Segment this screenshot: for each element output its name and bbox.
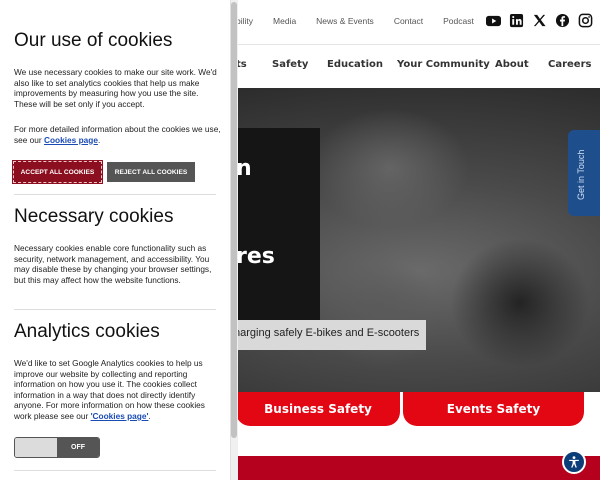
divider [14,194,216,195]
get-in-touch-tab[interactable]: Get in Touch [568,130,600,216]
hero-heading-line-2: res [236,244,275,269]
accept-all-cookies-button[interactable]: ACCEPT ALL COOKIES [12,160,103,184]
analytics-text-suffix: . [148,410,151,421]
accessibility-icon [569,456,579,468]
utility-nav: bility Media News & Events Contact Podca… [236,16,494,26]
analytics-cookies-title: Analytics cookies [14,321,160,342]
hero-caption-link[interactable]: harging safely E-bikes and E-scooters [226,320,426,350]
toggle-knob [15,438,58,457]
toggle-state-label: OFF [57,438,99,457]
nav-item-education[interactable]: Education [327,59,383,70]
analytics-cookies-text: We'd like to set Google Analytics cookie… [14,358,222,422]
business-safety-button[interactable]: Business Safety [236,392,400,426]
instagram-icon[interactable] [578,13,593,28]
get-in-touch-label: Get in Touch [576,149,586,200]
cookie-more-info-text: For more detailed information about the … [14,124,222,145]
nav-item-safety[interactable]: Safety [272,59,308,70]
social-links [486,13,593,28]
necessary-cookies-title: Necessary cookies [14,206,174,227]
utility-link-accessibility[interactable]: bility [236,16,253,26]
youtube-icon[interactable] [486,13,501,28]
accessibility-button[interactable] [562,450,586,474]
cookie-title: Our use of cookies [14,30,173,51]
divider [14,309,216,310]
more-info-suffix: . [97,134,101,145]
hero-heading-line-1: n [236,156,252,181]
utility-link-news-events[interactable]: News & Events [316,16,374,26]
events-safety-button[interactable]: Events Safety [403,392,584,426]
divider [14,470,216,471]
business-safety-label: Business Safety [264,402,372,416]
hero-image-smoke [310,108,470,228]
utility-link-contact[interactable]: Contact [394,16,423,26]
cookie-consent-panel: Our use of cookies We use necessary cook… [0,0,238,480]
nav-item-your-community[interactable]: Your Community [397,59,490,70]
hero-image-shadow [450,238,590,368]
analytics-cookies-toggle[interactable]: OFF [14,437,100,458]
cookie-intro-text: We use necessary cookies to make our sit… [14,67,217,109]
facebook-icon[interactable] [555,13,570,28]
section-banner [236,456,600,480]
hero-image-debris [320,258,440,368]
utility-link-podcast[interactable]: Podcast [443,16,474,26]
x-icon[interactable] [532,13,547,28]
hero-caption-text: harging safely E-bikes and E-scooters [234,327,420,339]
necessary-cookies-text: Necessary cookies enable core functional… [14,243,212,285]
nav-item-careers[interactable]: Careers [548,59,591,70]
events-safety-label: Events Safety [446,402,541,416]
utility-link-media[interactable]: Media [273,16,296,26]
linkedin-icon[interactable] [509,13,524,28]
nav-item-about[interactable]: About [495,59,529,70]
reject-all-cookies-button[interactable]: REJECT ALL COOKIES [107,162,195,182]
panel-scrollbar-thumb[interactable] [231,2,237,438]
cookies-page-link[interactable]: Cookies page [44,135,98,145]
analytics-cookies-page-link[interactable]: 'Cookies page' [91,411,149,421]
